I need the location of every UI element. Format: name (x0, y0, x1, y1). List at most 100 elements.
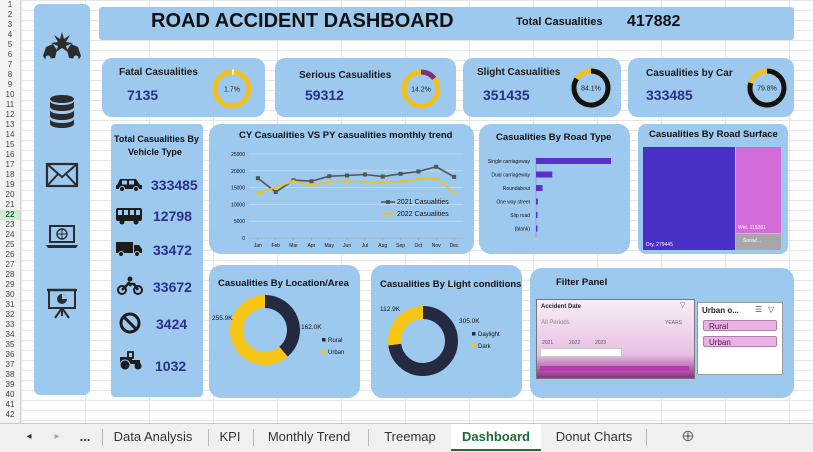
kpi-value: 351435 (483, 87, 530, 103)
row-number[interactable]: 21 (0, 200, 20, 210)
tab-dashboard[interactable]: Dashboard (451, 424, 541, 451)
multi-select-icon[interactable]: ☰ (755, 305, 762, 314)
row-number[interactable]: 38 (0, 370, 20, 380)
kpi-card-slight: Slight Casualities 351435 84.1% (463, 58, 621, 117)
row-number[interactable]: 33 (0, 320, 20, 330)
series-point (452, 191, 455, 194)
row-number[interactable]: 4 (0, 30, 20, 40)
row-number[interactable]: 5 (0, 40, 20, 50)
row-number[interactable]: 32 (0, 310, 20, 320)
timeline-bar[interactable] (540, 348, 622, 357)
legend-swatch (322, 350, 326, 354)
row-number[interactable]: 23 (0, 220, 20, 230)
row-number[interactable]: 42 (0, 410, 20, 420)
row-number[interactable]: 2 (0, 10, 20, 20)
tab-treemap[interactable]: Treemap (372, 424, 448, 451)
row-number[interactable]: 36 (0, 350, 20, 360)
road-surface-card: Casualities By Road Surface Dry, 279445 … (638, 124, 788, 254)
tab-divider (368, 429, 369, 446)
years-selector[interactable]: YEARS (665, 320, 682, 326)
slicer-item-urban[interactable]: Urban (703, 336, 777, 347)
row-number[interactable]: 35 (0, 340, 20, 350)
row-number[interactable]: 14 (0, 130, 20, 140)
row-number[interactable]: 13 (0, 120, 20, 130)
row-number[interactable]: 29 (0, 280, 20, 290)
x-tick-label: Oct (415, 243, 423, 249)
urban-rural-slicer[interactable]: Urban o... ☰ ▽ Rural Urban (697, 302, 783, 375)
legend-label: Dark (478, 344, 492, 350)
vehicle-type-panel: Total Casualities By Vehicle Type 333485… (111, 124, 203, 397)
kpi-card-serious: Serious Casualities 59312 14.2% (275, 58, 456, 117)
row-number[interactable]: 17 (0, 160, 20, 170)
row-number[interactable]: 1 (0, 0, 20, 10)
series-point (274, 190, 278, 194)
treemap-dry: Dry, 279445 (643, 147, 735, 250)
row-number[interactable]: 12 (0, 110, 20, 120)
filter-clear-icon[interactable]: ▽ (680, 301, 685, 309)
legend-2022-label: 2022 Casualities (397, 211, 449, 218)
series-point (328, 180, 331, 183)
clear-filter-icon[interactable]: ▽ (768, 305, 774, 314)
row-number[interactable]: 9 (0, 80, 20, 90)
bar (536, 172, 552, 178)
presentation-icon[interactable] (45, 286, 79, 320)
row-number[interactable]: 40 (0, 390, 20, 400)
category-label: (blank) (515, 227, 531, 233)
row-number[interactable]: 34 (0, 330, 20, 340)
x-tick-label: Nov (432, 243, 441, 249)
sheet-tab-bar: ◂ ▸ ... Data Analysis KPI Monthly Trend … (0, 423, 813, 452)
database-icon[interactable] (48, 94, 76, 128)
row-number[interactable]: 22 (0, 210, 20, 220)
tab-data-analysis[interactable]: Data Analysis (103, 424, 203, 451)
kpi-donut: 84.1% (567, 67, 615, 109)
row-number[interactable]: 30 (0, 290, 20, 300)
scroll-tabs-right-icon[interactable]: ▸ (48, 424, 66, 451)
mail-icon[interactable] (45, 162, 79, 188)
series-point (345, 174, 349, 178)
x-tick-label: Jul (362, 243, 368, 249)
tab-kpi[interactable]: KPI (210, 424, 250, 451)
road-surface-title: Casualities By Road Surface (649, 129, 778, 140)
row-number[interactable]: 15 (0, 140, 20, 150)
y-tick-label: 15000 (231, 186, 245, 192)
y-tick-label: 25000 (231, 152, 245, 158)
row-number[interactable]: 3 (0, 20, 20, 30)
more-tabs-button[interactable]: ... (75, 424, 95, 451)
row-number[interactable]: 27 (0, 260, 20, 270)
x-tick-label: May (325, 243, 335, 249)
tab-monthly-trend[interactable]: Monthly Trend (256, 424, 362, 451)
vehicle-panel-title-line2: Vehicle Type (128, 147, 182, 157)
row-number[interactable]: 18 (0, 170, 20, 180)
timeline-scrollbar[interactable] (540, 366, 689, 371)
series-point (363, 172, 367, 176)
row-number[interactable]: 11 (0, 100, 20, 110)
series-point (256, 192, 259, 195)
tab-donut-charts[interactable]: Donut Charts (546, 424, 642, 451)
laptop-globe-icon[interactable] (44, 224, 80, 250)
row-number[interactable]: 26 (0, 250, 20, 260)
scroll-tabs-left-icon[interactable]: ◂ (20, 424, 38, 451)
legend-2021-label: 2021 Casualities (397, 199, 449, 206)
row-number[interactable]: 24 (0, 230, 20, 240)
row-number[interactable]: 31 (0, 300, 20, 310)
row-number[interactable]: 6 (0, 50, 20, 60)
series-point (310, 183, 313, 186)
row-number[interactable]: 37 (0, 360, 20, 370)
row-number[interactable]: 16 (0, 150, 20, 160)
car-crash-icon[interactable] (41, 28, 83, 62)
row-number[interactable]: 8 (0, 70, 20, 80)
kpi-value: 59312 (305, 87, 344, 103)
add-sheet-button[interactable]: ⊕ (676, 424, 700, 451)
slicer-item-rural[interactable]: Rural (703, 320, 777, 331)
row-number[interactable]: 39 (0, 380, 20, 390)
row-number[interactable]: 28 (0, 270, 20, 280)
date-timeline[interactable]: Accident Date ▽ All Periods YEARS 2021 2… (536, 299, 695, 379)
row-number[interactable]: 20 (0, 190, 20, 200)
row-number[interactable]: 41 (0, 400, 20, 410)
row-number[interactable]: 7 (0, 60, 20, 70)
row-number[interactable]: 10 (0, 90, 20, 100)
row-number[interactable]: 25 (0, 240, 20, 250)
row-number[interactable]: 19 (0, 180, 20, 190)
light-donut-chart: 305.0K112.9KDaylightDark (371, 265, 522, 398)
kpi-percent-label: 1.7% (224, 87, 240, 94)
